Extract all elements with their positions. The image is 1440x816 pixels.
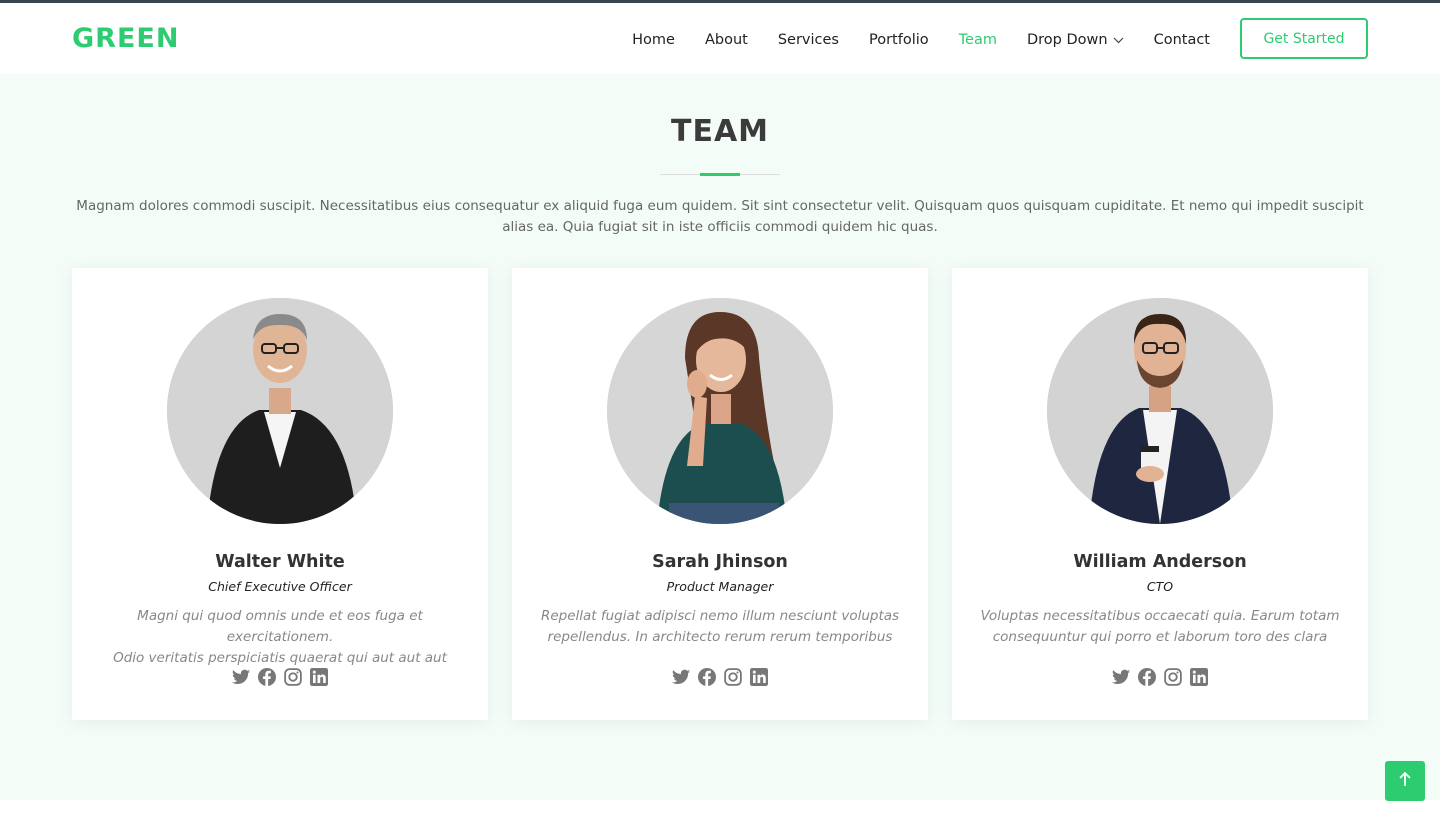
nav-item-about[interactable]: About — [705, 32, 748, 48]
facebook-icon[interactable] — [698, 668, 716, 686]
section-title: TEAM — [670, 114, 770, 149]
linkedin-icon[interactable] — [750, 668, 768, 686]
avatar — [1047, 298, 1273, 524]
avatar — [607, 298, 833, 524]
member-name: Sarah Jhinson — [652, 552, 788, 572]
twitter-icon[interactable] — [1112, 668, 1130, 686]
instagram-icon[interactable] — [1164, 668, 1182, 686]
twitter-icon[interactable] — [232, 668, 250, 686]
title-divider-accent — [700, 173, 740, 176]
get-started-button[interactable]: Get Started — [1240, 18, 1368, 59]
nav-item-dropdown-label: Drop Down — [1026, 32, 1108, 48]
nav-item-dropdown[interactable]: Drop Down — [1027, 32, 1124, 48]
main-nav: Home About Services Portfolio Team Drop … — [602, 6, 1210, 74]
chevron-down-icon — [1113, 37, 1124, 44]
member-name: Walter White — [215, 552, 345, 572]
social-links — [72, 668, 488, 688]
back-to-top-button[interactable] — [1385, 761, 1425, 801]
instagram-icon[interactable] — [284, 668, 302, 686]
member-role: CTO — [1146, 579, 1174, 594]
arrow-up-icon — [1398, 771, 1412, 791]
member-bio-line: repellendus. In architecto rerum rerum t… — [547, 629, 893, 645]
member-role: Product Manager — [666, 579, 774, 594]
member-bio: Magni qui quod omnis unde et eos fuga et… — [92, 606, 468, 669]
nav-item-home[interactable]: Home — [632, 32, 675, 48]
team-member-card: Walter White Chief Executive Officer Mag… — [72, 268, 488, 720]
section-description: Magnam dolores commodi suscipit. Necessi… — [76, 198, 1364, 235]
member-bio-line: consequuntur qui porro et laborum toro d… — [992, 629, 1328, 645]
nav-item-contact[interactable]: Contact — [1154, 32, 1210, 48]
member-bio-line: Repellat fugiat adipisci nemo illum nesc… — [540, 608, 900, 624]
member-bio-line: Odio veritatis perspiciatis quaerat qui … — [113, 650, 447, 666]
member-role: Chief Executive Officer — [208, 579, 352, 594]
member-bio-line: Voluptas necessitatibus occaecati quia. … — [980, 608, 1340, 624]
site-header: GREEN Home About Services Portfolio Team… — [0, 0, 1440, 74]
instagram-icon[interactable] — [724, 668, 742, 686]
facebook-icon[interactable] — [1138, 668, 1156, 686]
facebook-icon[interactable] — [258, 668, 276, 686]
site-logo[interactable]: GREEN — [72, 21, 179, 57]
nav-item-team[interactable]: Team — [959, 32, 997, 48]
member-bio: Voluptas necessitatibus occaecati quia. … — [972, 606, 1348, 648]
team-member-card: William Anderson CTO Voluptas necessitat… — [952, 268, 1368, 720]
member-name: William Anderson — [1073, 552, 1247, 572]
team-member-card: Sarah Jhinson Product Manager Repellat f… — [512, 268, 928, 720]
twitter-icon[interactable] — [672, 668, 690, 686]
nav-item-services[interactable]: Services — [778, 32, 839, 48]
social-links — [512, 668, 928, 688]
social-links — [952, 668, 1368, 688]
team-section: TEAM Magnam dolores commodi suscipit. Ne… — [0, 74, 1440, 800]
nav-item-portfolio[interactable]: Portfolio — [869, 32, 929, 48]
avatar — [167, 298, 393, 524]
member-bio: Repellat fugiat adipisci nemo illum nesc… — [532, 606, 908, 648]
linkedin-icon[interactable] — [1190, 668, 1208, 686]
member-bio-line: Magni qui quod omnis unde et eos fuga et… — [137, 608, 423, 645]
linkedin-icon[interactable] — [310, 668, 328, 686]
